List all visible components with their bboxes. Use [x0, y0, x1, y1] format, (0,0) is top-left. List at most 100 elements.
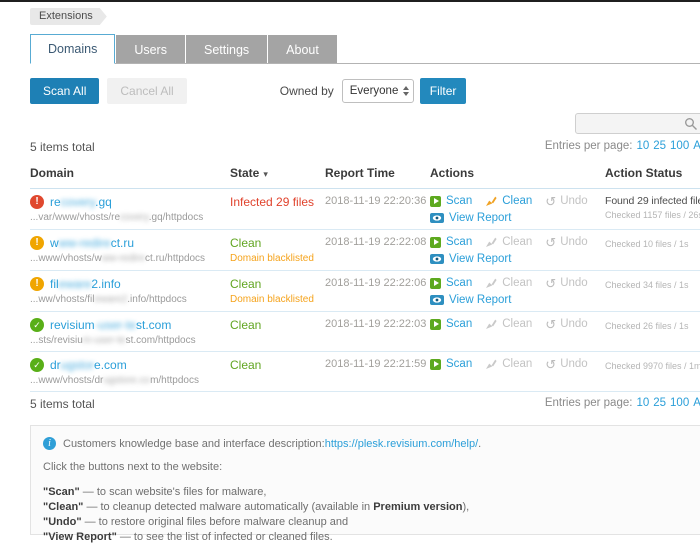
- clean-action[interactable]: Clean: [485, 277, 532, 289]
- tab-about[interactable]: About: [268, 35, 337, 63]
- owned-by-selected-value: Everyone: [350, 85, 399, 97]
- domain-link[interactable]: revisium-user-test.com: [50, 318, 171, 332]
- domain-link[interactable]: drugstore.com: [50, 358, 127, 372]
- report-eye-icon: [430, 213, 444, 223]
- brush-icon: [485, 236, 497, 248]
- search-input[interactable]: [581, 115, 681, 132]
- clean-action[interactable]: Clean: [485, 195, 532, 207]
- clean-action[interactable]: Clean: [485, 236, 532, 248]
- breadcrumb-extensions[interactable]: Extensions: [30, 8, 107, 25]
- scan-icon: [430, 237, 441, 248]
- entries-label: Entries per page:: [545, 140, 633, 152]
- state-blacklisted: Domain blacklisted: [230, 294, 325, 305]
- report-eye-icon: [430, 295, 444, 305]
- col-header-domain[interactable]: Domain: [30, 166, 230, 180]
- owned-by-select[interactable]: Everyone: [342, 79, 414, 103]
- entries-label: Entries per page:: [545, 397, 633, 409]
- scan-icon: [430, 196, 441, 207]
- sort-desc-icon: ▾: [263, 169, 268, 179]
- brush-icon: [485, 318, 497, 330]
- view-report-action[interactable]: View Report: [430, 253, 511, 265]
- report-time: 2018-11-19 22:20:36: [325, 195, 430, 224]
- page-size-100[interactable]: 100: [670, 140, 689, 152]
- undo-icon: ↺: [545, 319, 556, 330]
- col-header-actions: Actions: [430, 166, 605, 180]
- action-status-sub: Checked 10 files / 1s: [605, 239, 700, 249]
- clean-action[interactable]: Clean: [485, 318, 532, 330]
- cancel-all-button[interactable]: Cancel All: [107, 78, 186, 104]
- view-report-action[interactable]: View Report: [430, 212, 511, 224]
- tab-users[interactable]: Users: [116, 35, 185, 63]
- domain-path: ...var/www/vhosts/recovery.gq/httpdocs: [30, 212, 230, 223]
- undo-icon: ↺: [545, 359, 556, 370]
- kb-intro: Customers knowledge base and interface d…: [63, 438, 325, 450]
- undo-action[interactable]: ↺Undo: [545, 358, 587, 370]
- tab-settings[interactable]: Settings: [186, 35, 267, 63]
- undo-action[interactable]: ↺Undo: [545, 318, 587, 330]
- breadcrumb-bar: Extensions: [0, 2, 700, 26]
- clean-action[interactable]: Clean: [485, 358, 532, 370]
- action-status-sub: Checked 26 files / 1s: [605, 321, 700, 331]
- kb-link[interactable]: https://plesk.revisium.com/help/: [325, 438, 478, 450]
- help-infobox: i Customers knowledge base and interface…: [30, 425, 700, 535]
- report-time: 2018-11-19 22:22:06: [325, 277, 430, 306]
- state-label: Clean: [230, 277, 325, 291]
- domain-path: ...sts/revisium-user-test.com/httpdocs: [30, 335, 230, 346]
- scan-action[interactable]: Scan: [430, 195, 472, 207]
- table-row: ! fileware2.info ...ww/vhosts/fileware2.…: [30, 271, 700, 312]
- search-icon: [684, 117, 698, 131]
- table-header: Domain State▾ Report Time Actions Action…: [30, 160, 700, 189]
- brush-icon: [485, 277, 497, 289]
- table-row: ! recovery.gq ...var/www/vhosts/recovery…: [30, 189, 700, 230]
- page-size-10[interactable]: 10: [636, 397, 649, 409]
- page-size-25[interactable]: 25: [653, 140, 666, 152]
- view-report-action[interactable]: View Report: [430, 294, 511, 306]
- domains-table: Domain State▾ Report Time Actions Action…: [30, 160, 700, 392]
- col-header-state[interactable]: State▾: [230, 166, 325, 180]
- undo-icon: ↺: [545, 237, 556, 248]
- bottom-meta-row: 5 items total Entries per page:10 25 100 Al…: [30, 397, 700, 413]
- undo-icon: ↺: [545, 278, 556, 289]
- help-line-scan: "Scan" — to scan website's files for mal…: [43, 485, 700, 500]
- tab-domains[interactable]: Domains: [30, 34, 115, 64]
- scan-action[interactable]: Scan: [430, 318, 472, 330]
- undo-action[interactable]: ↺Undo: [545, 195, 587, 207]
- state-blacklisted: Domain blacklisted: [230, 253, 325, 264]
- page-size-10[interactable]: 10: [636, 140, 649, 152]
- table-row: ! www-redirect.ru ...www/vhosts/www-redi…: [30, 230, 700, 271]
- action-status-sub: Checked 34 files / 1s: [605, 280, 700, 290]
- domain-link[interactable]: recovery.gq: [50, 195, 112, 209]
- scan-action[interactable]: Scan: [430, 277, 472, 289]
- filter-button[interactable]: Filter: [420, 78, 467, 104]
- search-row: [0, 113, 700, 135]
- action-status-sub: Checked 9970 files / 1m15s: [605, 361, 700, 371]
- ok-check-icon: ✓: [30, 318, 44, 332]
- top-meta-row: 5 items total Entries per page:1025100Al…: [30, 140, 700, 156]
- entries-per-page: Entries per page:10 25 100 All: [545, 397, 700, 413]
- undo-action[interactable]: ↺Undo: [545, 277, 587, 289]
- search-box[interactable]: [575, 113, 700, 134]
- state-label: Clean: [230, 318, 325, 332]
- domain-path: ...ww/vhosts/fileware2.info/httpdocs: [30, 294, 230, 305]
- col-header-report-time[interactable]: Report Time: [325, 166, 430, 180]
- toolbar: Scan All Cancel All Owned by Everyone Fi…: [30, 78, 700, 104]
- page-size-25[interactable]: 25: [653, 397, 666, 409]
- domain-link[interactable]: www-redirect.ru: [50, 236, 134, 250]
- state-label: Clean: [230, 236, 325, 250]
- domain-link[interactable]: fileware2.info: [50, 277, 121, 291]
- scan-all-button[interactable]: Scan All: [30, 78, 99, 104]
- page-size-all[interactable]: All: [693, 397, 700, 409]
- action-status-main: Found 29 infected files: [605, 195, 700, 207]
- undo-action[interactable]: ↺Undo: [545, 236, 587, 248]
- infected-icon: !: [30, 195, 44, 209]
- scan-action[interactable]: Scan: [430, 358, 472, 370]
- page-size-100[interactable]: 100: [670, 397, 689, 409]
- items-total: 5 items total: [30, 397, 95, 413]
- undo-icon: ↺: [545, 196, 556, 207]
- scan-action[interactable]: Scan: [430, 236, 472, 248]
- page-size-all[interactable]: All: [693, 140, 700, 152]
- domain-path: ...www/vhosts/www-redirect.ru/httpdocs: [30, 253, 230, 264]
- state-label: Infected 29 files: [230, 195, 325, 209]
- help-line-clean: "Clean" — to cleanup detected malware au…: [43, 500, 700, 515]
- brush-icon: [485, 195, 497, 207]
